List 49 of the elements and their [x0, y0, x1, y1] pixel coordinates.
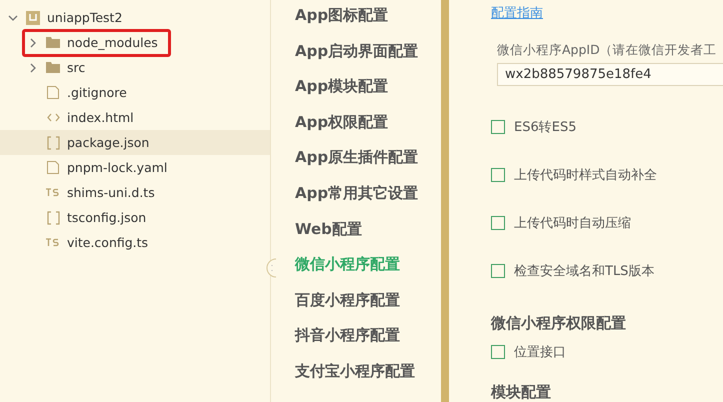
file-name[interactable]: tsconfig.json	[67, 210, 146, 225]
checkbox[interactable]	[491, 264, 505, 278]
nav-item[interactable]: 百度小程序配置	[295, 290, 441, 326]
caret-icon[interactable]	[8, 12, 18, 22]
file-icon	[47, 86, 59, 99]
checkbox[interactable]	[491, 216, 505, 230]
section-heading: 模块配置	[491, 383, 552, 402]
nav-item[interactable]: 支付宝小程序配置	[295, 362, 441, 398]
folder-icon	[46, 62, 60, 73]
checkbox-label: 检查安全域名和TLS版本	[514, 263, 654, 280]
file-name[interactable]: pnpm-lock.yaml	[67, 160, 168, 175]
nav-item[interactable]: Web配置	[295, 220, 441, 256]
checkbox[interactable]	[491, 345, 505, 359]
caret-icon[interactable]	[28, 62, 38, 72]
nav-item[interactable]: App图标配置	[295, 6, 441, 42]
file-name[interactable]: index.html	[67, 110, 134, 125]
appid-field[interactable]: wx2b88579875e18fe4	[497, 63, 723, 86]
checkbox[interactable]	[491, 120, 505, 134]
typescript-icon	[46, 188, 60, 197]
nav-item[interactable]: App权限配置	[295, 112, 441, 148]
file-icon	[47, 161, 59, 174]
checkbox[interactable]	[491, 168, 505, 182]
checkbox-label: 上传代码时样式自动补全	[514, 167, 657, 184]
checkbox-label: ES6转ES5	[514, 119, 576, 136]
section-heading: 微信小程序权限配置	[491, 314, 627, 333]
file-name[interactable]: shims-uni.d.ts	[67, 185, 155, 200]
nav-item[interactable]: App原生插件配置	[295, 148, 441, 184]
nav-item[interactable]: App常用其它设置	[295, 184, 441, 220]
project-icon	[26, 10, 40, 24]
typescript-icon	[46, 238, 60, 247]
checkbox-label: 上传代码时自动压缩	[514, 215, 631, 232]
nav-item[interactable]: App模块配置	[295, 77, 441, 113]
checkbox-label: 位置接口	[514, 344, 566, 361]
file-name[interactable]: vite.config.ts	[67, 235, 148, 250]
nav-item[interactable]: 抖音小程序配置	[295, 326, 441, 362]
file-name[interactable]: node_modules	[67, 35, 158, 50]
folder-icon	[46, 37, 60, 48]
nav-item[interactable]: App启动界面配置	[295, 42, 441, 78]
code-icon	[46, 113, 60, 122]
selected-row[interactable]: package.json	[0, 130, 270, 155]
field-label: 微信小程序AppID（请在微信开发者工	[497, 42, 718, 59]
project-name[interactable]: uniappTest2	[47, 10, 122, 25]
file-name[interactable]: .gitignore	[67, 85, 127, 100]
brackets-icon	[46, 210, 60, 224]
caret-icon[interactable]	[28, 38, 38, 48]
collapse-handle[interactable]	[265, 258, 277, 278]
file-name[interactable]: src	[67, 60, 86, 75]
brackets-icon	[46, 136, 60, 150]
file-name[interactable]: package.json	[67, 135, 150, 150]
